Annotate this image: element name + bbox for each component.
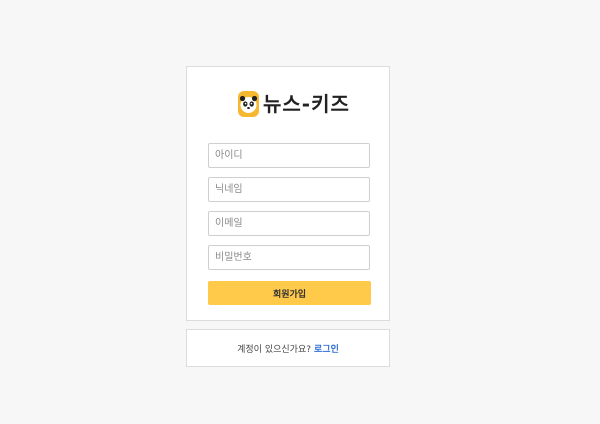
- login-prompt-card: 계정이 있으신가요? 로그인: [186, 329, 390, 367]
- login-prompt-text: 계정이 있으신가요?: [237, 344, 312, 355]
- brand-name: 뉴스-키즈: [263, 92, 350, 116]
- login-link[interactable]: 로그인: [314, 342, 339, 355]
- panda-icon: [238, 91, 259, 117]
- email-input[interactable]: [208, 211, 370, 236]
- signup-button[interactable]: 회원가입: [208, 281, 371, 305]
- nickname-input[interactable]: [208, 177, 370, 202]
- password-input[interactable]: [208, 245, 370, 270]
- brand-logo[interactable]: 뉴스-키즈: [238, 90, 350, 118]
- signup-card: 뉴스-키즈 회원가입: [186, 66, 390, 321]
- username-input[interactable]: [208, 143, 370, 168]
- signup-page: 뉴스-키즈 회원가입 계정이 있으신가요? 로그인: [0, 0, 600, 424]
